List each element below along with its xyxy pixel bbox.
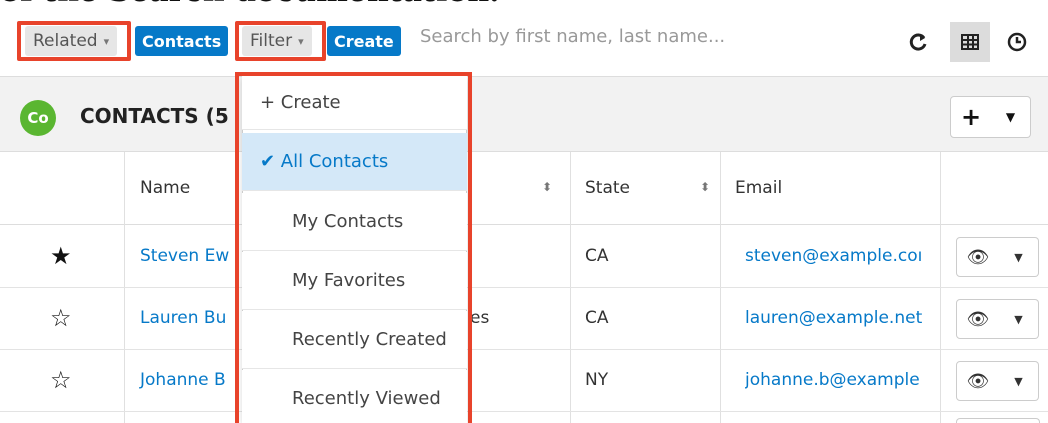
chevron-down-icon: ▾ — [103, 34, 110, 48]
actions-dropdown-button[interactable]: ▼ — [991, 96, 1031, 138]
email-link[interactable]: johanne.b@example — [745, 370, 935, 390]
chevron-down-icon: ▾ — [298, 34, 304, 48]
row-actions-dropdown[interactable]: ▼ — [999, 361, 1039, 401]
doc-heading-fragment: of the Search documentation. — [0, 0, 500, 9]
state-cell: CA — [585, 308, 609, 328]
preview-eye-icon[interactable]: 👁 — [956, 361, 1000, 401]
email-link[interactable]: steven@example.coı — [745, 246, 935, 266]
favorite-star-filled-icon[interactable]: ★ — [50, 242, 72, 270]
sort-icon[interactable]: ⬍ — [542, 180, 552, 194]
column-header-email[interactable]: Email — [735, 178, 782, 198]
contact-name-link[interactable]: Steven Ew — [140, 246, 229, 266]
email-link[interactable]: lauren@example.net — [745, 308, 935, 328]
sort-icon[interactable]: ⬍ — [700, 180, 710, 194]
favorite-star-empty-icon[interactable]: ☆ — [50, 366, 72, 394]
row-actions-dropdown[interactable]: ▼ — [999, 299, 1039, 339]
column-header-name[interactable]: Name — [140, 178, 190, 198]
filter-menu-create[interactable]: + Create — [242, 76, 467, 130]
module-badge: Co — [20, 100, 56, 136]
filter-menu-recently-viewed[interactable]: Recently Viewed — [242, 370, 467, 423]
row-actions-dropdown[interactable]: ▼ — [999, 237, 1039, 277]
related-label: Related — [33, 31, 98, 51]
list-view-icon[interactable] — [950, 22, 990, 62]
contact-name-link[interactable]: Johanne B — [140, 370, 226, 390]
filter-menu-my-favorites[interactable]: My Favorites — [242, 252, 467, 310]
column-header-state[interactable]: State — [585, 178, 630, 198]
filter-menu-all-contacts[interactable]: ✔ All Contacts — [242, 133, 467, 191]
search-input[interactable]: Search by first name, last name... — [420, 26, 725, 47]
related-dropdown[interactable]: Related ▾ — [25, 26, 118, 56]
title-cell-fragment: es — [470, 308, 490, 328]
add-record-button[interactable]: + — [950, 96, 992, 138]
filter-menu-recently-created[interactable]: Recently Created — [242, 311, 467, 369]
state-cell: CA — [585, 246, 609, 266]
refresh-icon[interactable] — [898, 22, 938, 62]
row-action-button-partial[interactable] — [956, 418, 1040, 423]
contact-name-link[interactable]: Lauren Bu — [140, 308, 226, 328]
page-title: CONTACTS (5 — [80, 104, 229, 128]
preview-eye-icon[interactable]: 👁 — [956, 299, 1000, 339]
filter-label: Filter — [250, 31, 293, 51]
create-filter-button[interactable]: Create — [327, 26, 401, 56]
filter-dropdown[interactable]: Filter ▾ — [242, 26, 312, 56]
favorite-star-empty-icon[interactable]: ☆ — [50, 304, 72, 332]
filter-menu-my-contacts[interactable]: My Contacts — [242, 193, 467, 251]
preview-eye-icon[interactable]: 👁 — [956, 237, 1000, 277]
state-cell: NY — [585, 370, 609, 390]
activity-stream-icon[interactable] — [997, 22, 1037, 62]
contacts-module-button[interactable]: Contacts — [135, 26, 229, 56]
